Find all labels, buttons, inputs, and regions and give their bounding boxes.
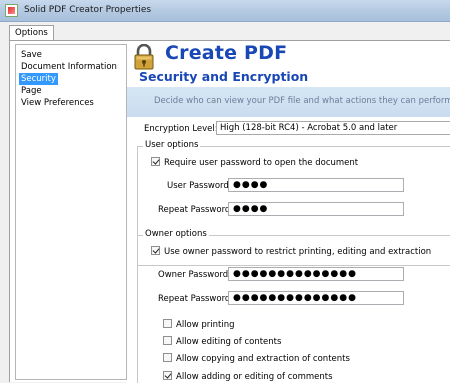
allow-editing-checkbox[interactable]: Allow editing of contents — [163, 336, 281, 348]
tree-item-save[interactable]: Save — [19, 49, 44, 61]
tree-item-security[interactable]: Security — [19, 73, 58, 85]
window-title: Solid PDF Creator Properties — [24, 5, 152, 15]
description-band: Decide who can view your PDF file and wh… — [127, 87, 450, 117]
checkbox-checked[interactable] — [151, 246, 160, 255]
allow-comments-label: Allow adding or editing of comments — [176, 372, 333, 382]
settings-tree: Save Document Information Security Page … — [15, 44, 127, 380]
checkbox-checked[interactable] — [151, 157, 160, 166]
allow-comments-checkbox[interactable]: Allow adding or editing of comments — [163, 371, 333, 383]
encryption-level-select[interactable]: High (128-bit RC4) - Acrobat 5.0 and lat… — [216, 121, 450, 135]
encryption-level-label: Encryption Level: — [144, 124, 218, 134]
user-password-label: User Password: — [167, 181, 232, 191]
user-password-field[interactable]: ●●●● — [228, 178, 404, 192]
checkbox-unchecked[interactable] — [163, 319, 172, 328]
page-title: Create PDF — [165, 42, 288, 64]
checkbox-checked[interactable] — [163, 371, 172, 380]
checkbox-unchecked[interactable] — [163, 353, 172, 362]
allow-copying-checkbox[interactable]: Allow copying and extraction of contents — [163, 353, 350, 365]
tab-strip: Options — [0, 22, 450, 40]
checkbox-unchecked[interactable] — [163, 336, 172, 345]
owner-password-field[interactable]: ●●●●●●●●●●●●●● — [228, 267, 404, 281]
tree-item-document-information[interactable]: Document Information — [19, 61, 119, 73]
allow-printing-checkbox[interactable]: Allow printing — [163, 319, 235, 331]
page-header: Create PDF Security and Encryption — [127, 41, 450, 87]
allow-editing-label: Allow editing of contents — [176, 337, 282, 347]
owner-options-title: Owner options — [143, 229, 209, 239]
tree-item-page[interactable]: Page — [19, 85, 44, 97]
owner-repeat-password-label: Repeat Password: — [158, 294, 234, 304]
allow-copying-label: Allow copying and extraction of contents — [176, 354, 350, 364]
user-repeat-password-label: Repeat Password: — [158, 205, 234, 215]
allow-printing-label: Allow printing — [176, 320, 235, 330]
require-user-password-label: Require user password to open the docume… — [164, 158, 359, 168]
use-owner-password-label: Use owner password to restrict printing,… — [164, 247, 432, 257]
owner-password-label: Owner Password: — [158, 270, 232, 280]
title-bar[interactable]: Solid PDF Creator Properties — [0, 0, 450, 22]
tree-item-view-preferences[interactable]: View Preferences — [19, 97, 96, 109]
user-options-title: User options — [143, 140, 201, 150]
lock-icon — [134, 44, 154, 70]
app-icon — [5, 4, 18, 17]
security-content: Create PDF Security and Encryption Decid… — [127, 41, 450, 383]
options-panel: Save Document Information Security Page … — [9, 40, 450, 383]
user-repeat-password-field[interactable]: ●●●● — [228, 202, 404, 216]
owner-repeat-password-field[interactable]: ●●●●●●●●●●●●●● — [228, 291, 404, 305]
require-user-password-checkbox[interactable]: Require user password to open the docume… — [151, 157, 358, 169]
description-text: Decide who can view your PDF file and wh… — [154, 96, 450, 106]
page-subtitle: Security and Encryption — [139, 69, 309, 84]
tab-options[interactable]: Options — [9, 25, 54, 40]
use-owner-password-checkbox[interactable]: Use owner password to restrict printing,… — [151, 246, 431, 258]
